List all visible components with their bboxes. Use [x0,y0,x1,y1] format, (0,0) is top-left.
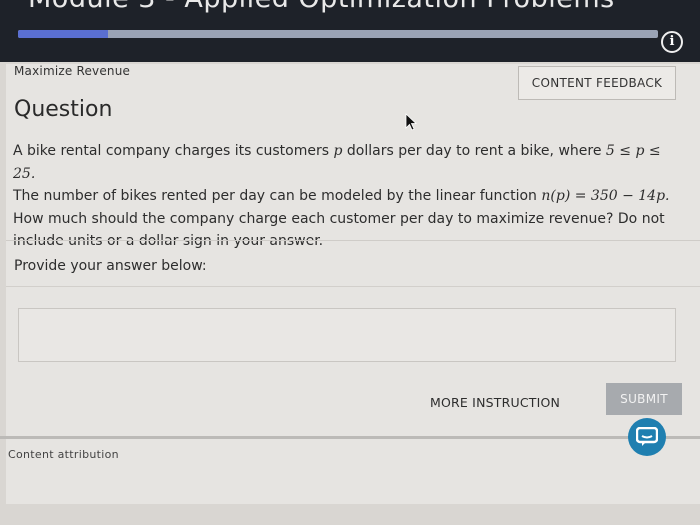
content-attribution-link[interactable]: Content attribution [8,448,119,461]
module-header: Module 3 - Applied Optimization Problems… [0,0,700,62]
question-heading: Question [14,97,113,122]
divider [6,286,700,287]
topic-title: Maximize Revenue [14,64,131,78]
prompt-text-1: A bike rental company charges its custom… [13,143,334,159]
prompt-text-2: dollars per day to rent a bike, where [342,143,606,159]
prompt-text-3: The number of bikes rented per day can b… [13,188,542,204]
divider [6,240,700,241]
demand-function: n(p) = 350 − 14p. [541,188,670,204]
chat-bubble-icon [636,427,658,446]
submit-button[interactable]: SUBMIT [606,383,682,415]
footer-divider [0,436,700,439]
module-title: Module 3 - Applied Optimization Problems [28,0,615,14]
info-icon[interactable]: i [661,31,683,53]
chat-button[interactable] [628,418,666,456]
mouse-cursor-icon [405,113,418,131]
prompt-text-4: How much should the company charge each … [13,210,665,250]
progress-bar [18,30,658,38]
answer-input[interactable] [18,308,676,362]
more-instruction-button[interactable]: MORE INSTRUCTION [430,395,560,410]
answer-label: Provide your answer below: [14,258,207,274]
progress-fill [18,30,108,38]
content-feedback-button[interactable]: CONTENT FEEDBACK [518,66,676,100]
question-prompt: A bike rental company charges its custom… [13,140,683,253]
